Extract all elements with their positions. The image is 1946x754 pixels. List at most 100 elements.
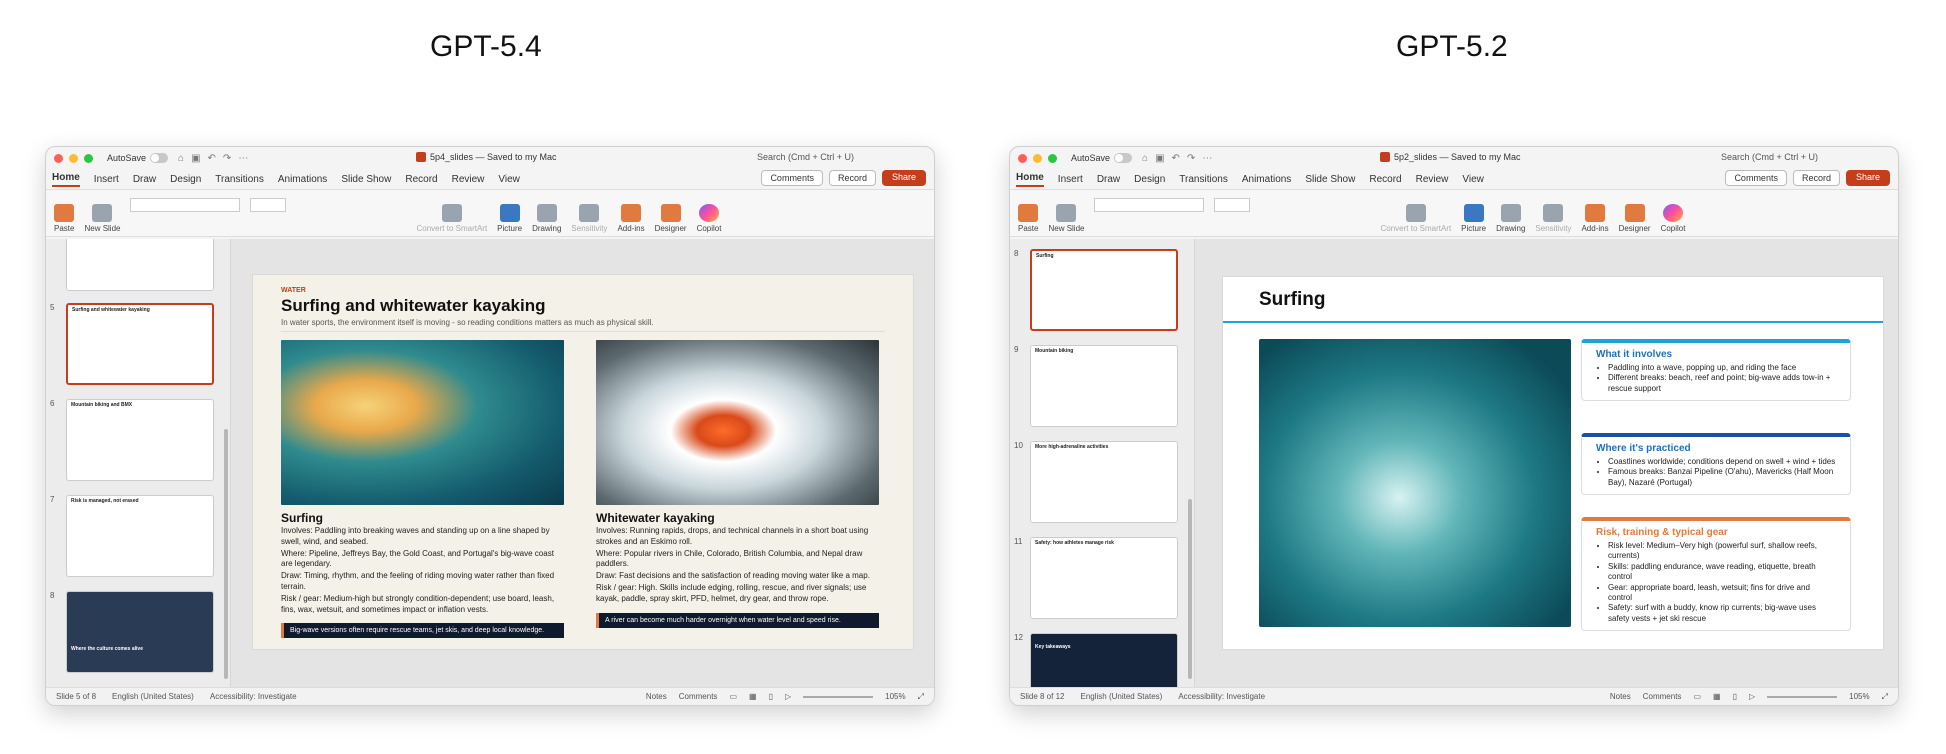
tab-draw[interactable]: Draw [133, 174, 156, 185]
paste-button[interactable]: Paste [54, 204, 74, 233]
tab-view[interactable]: View [1462, 174, 1484, 185]
slide[interactable]: WATER Surfing and whitewater kayaking In… [253, 275, 913, 649]
slide-thumbnail[interactable]: Where the culture comes alive [66, 591, 214, 673]
tab-design[interactable]: Design [1134, 174, 1165, 185]
home-icon[interactable]: ⌂ [178, 153, 184, 164]
tab-slide-show[interactable]: Slide Show [341, 174, 391, 185]
record-button[interactable]: Record [1792, 170, 1840, 186]
copilot-button[interactable]: Copilot [1661, 204, 1685, 233]
thumbnail-scrollbar[interactable] [1188, 499, 1192, 679]
slide[interactable]: Surfing What it involves Paddling into a… [1223, 277, 1883, 649]
tab-animations[interactable]: Animations [278, 174, 327, 185]
normal-view-icon[interactable]: ▭ [729, 692, 737, 701]
close-icon[interactable] [54, 153, 63, 163]
comments-button[interactable]: Comments [761, 170, 823, 186]
font-family-select[interactable] [130, 197, 241, 212]
save-icon[interactable]: ▣ [1155, 153, 1164, 164]
slide-thumbnail[interactable]: Risk is managed, not erased [66, 495, 214, 577]
new-slide-button[interactable]: New Slide [84, 204, 120, 233]
document-title[interactable]: 5p4_slides — Saved to my Mac [416, 152, 557, 162]
minimize-icon[interactable] [1033, 153, 1042, 163]
tab-view[interactable]: View [498, 174, 520, 185]
tab-record[interactable]: Record [405, 174, 437, 185]
comments-button[interactable]: Comments [1725, 170, 1787, 186]
notes-button[interactable]: Notes [646, 692, 667, 701]
slide-thumbnail[interactable]: Mountain biking and BMX [66, 399, 214, 481]
document-title[interactable]: 5p2_slides — Saved to my Mac [1380, 152, 1521, 162]
accessibility-status[interactable]: Accessibility: Investigate [1178, 692, 1265, 701]
slide-thumbnails-pane[interactable]: 5 Surfing and whitewater kayaking 6 Moun… [46, 239, 231, 687]
designer-button[interactable]: Designer [655, 204, 687, 233]
search-box[interactable]: Search (Cmd + Ctrl + U) [1721, 152, 1818, 162]
more-icon[interactable]: ⋯ [238, 153, 248, 164]
new-slide-button[interactable]: New Slide [1048, 204, 1084, 233]
zoom-slider[interactable] [1767, 695, 1838, 698]
record-button[interactable]: Record [828, 170, 876, 186]
slide-thumbnail-selected[interactable]: Surfing and whitewater kayaking [66, 303, 214, 385]
convert-smartart-button[interactable]: Convert to SmartArt [416, 204, 487, 233]
zoom-slider[interactable] [803, 695, 874, 698]
redo-icon[interactable]: ↷ [1187, 153, 1195, 164]
drawing-button[interactable]: Drawing [532, 204, 561, 233]
addins-button[interactable]: Add-ins [1581, 204, 1609, 233]
tab-design[interactable]: Design [170, 174, 201, 185]
save-icon[interactable]: ▣ [191, 153, 200, 164]
convert-smartart-button[interactable]: Convert to SmartArt [1380, 204, 1451, 233]
tab-home[interactable]: Home [52, 172, 80, 187]
slide-thumbnail[interactable]: Key takeaways [1030, 633, 1178, 687]
autosave-toggle[interactable]: AutoSave [107, 153, 169, 163]
status-comments-button[interactable]: Comments [1643, 692, 1682, 701]
zoom-icon[interactable] [1048, 153, 1057, 163]
slide-thumbnail[interactable]: Mountain biking [1030, 345, 1178, 427]
zoom-icon[interactable] [84, 153, 93, 163]
designer-button[interactable]: Designer [1619, 204, 1651, 233]
normal-view-icon[interactable]: ▭ [1693, 692, 1701, 701]
fit-slide-icon[interactable]: ⤢ [918, 692, 924, 702]
picture-button[interactable]: Picture [497, 204, 522, 233]
slide-thumbnail[interactable]: More high-adrenaline activities [1030, 441, 1178, 523]
paste-button[interactable]: Paste [1018, 204, 1038, 233]
sorter-view-icon[interactable]: ▦ [749, 692, 757, 701]
slide-thumbnails-pane[interactable]: 8 Surfing 9 Mountain biking 10 More high… [1010, 239, 1195, 687]
tab-transitions[interactable]: Transitions [215, 174, 264, 185]
font-size-select[interactable] [250, 197, 287, 212]
font-family-select[interactable] [1094, 197, 1205, 212]
tab-review[interactable]: Review [1416, 174, 1449, 185]
tab-insert[interactable]: Insert [1058, 174, 1083, 185]
thumbnail-scrollbar[interactable] [224, 429, 228, 679]
tab-animations[interactable]: Animations [1242, 174, 1291, 185]
autosave-toggle[interactable]: AutoSave [1071, 153, 1133, 163]
slide-thumbnail[interactable]: Safety: how athletes manage risk [1030, 537, 1178, 619]
language-status[interactable]: English (United States) [1080, 692, 1162, 701]
reading-view-icon[interactable]: ▯ [1733, 692, 1737, 701]
zoom-level[interactable]: 105% [885, 692, 905, 701]
redo-icon[interactable]: ↷ [223, 153, 231, 164]
tab-draw[interactable]: Draw [1097, 174, 1120, 185]
slide-thumbnail-selected[interactable]: Surfing [1030, 249, 1178, 331]
sensitivity-button[interactable]: Sensitivity [571, 204, 607, 233]
addins-button[interactable]: Add-ins [617, 204, 645, 233]
tab-home[interactable]: Home [1016, 172, 1044, 187]
tab-record[interactable]: Record [1369, 174, 1401, 185]
tab-transitions[interactable]: Transitions [1179, 174, 1228, 185]
slideshow-view-icon[interactable]: ▷ [785, 692, 791, 701]
slideshow-view-icon[interactable]: ▷ [1749, 692, 1755, 701]
accessibility-status[interactable]: Accessibility: Investigate [210, 692, 297, 701]
more-icon[interactable]: ⋯ [1202, 153, 1212, 164]
sorter-view-icon[interactable]: ▦ [1713, 692, 1721, 701]
home-icon[interactable]: ⌂ [1142, 153, 1148, 164]
slide-thumbnail[interactable] [66, 239, 214, 291]
language-status[interactable]: English (United States) [112, 692, 194, 701]
fit-slide-icon[interactable]: ⤢ [1882, 692, 1888, 702]
minimize-icon[interactable] [69, 153, 78, 163]
font-size-select[interactable] [1214, 197, 1251, 212]
tab-slide-show[interactable]: Slide Show [1305, 174, 1355, 185]
sensitivity-button[interactable]: Sensitivity [1535, 204, 1571, 233]
undo-icon[interactable]: ↶ [208, 153, 216, 164]
copilot-button[interactable]: Copilot [697, 204, 721, 233]
drawing-button[interactable]: Drawing [1496, 204, 1525, 233]
close-icon[interactable] [1018, 153, 1027, 163]
zoom-level[interactable]: 105% [1849, 692, 1869, 701]
picture-button[interactable]: Picture [1461, 204, 1486, 233]
tab-insert[interactable]: Insert [94, 174, 119, 185]
